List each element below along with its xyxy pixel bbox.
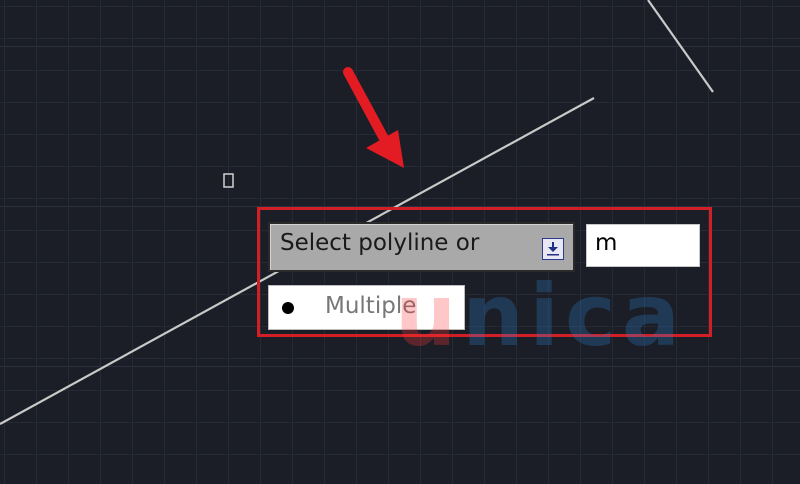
crosshair-pickbox bbox=[223, 173, 234, 188]
red-arrow-icon bbox=[343, 67, 404, 168]
polyline-segment-2[interactable] bbox=[647, 0, 714, 93]
annotation-highlight-frame bbox=[257, 207, 712, 337]
